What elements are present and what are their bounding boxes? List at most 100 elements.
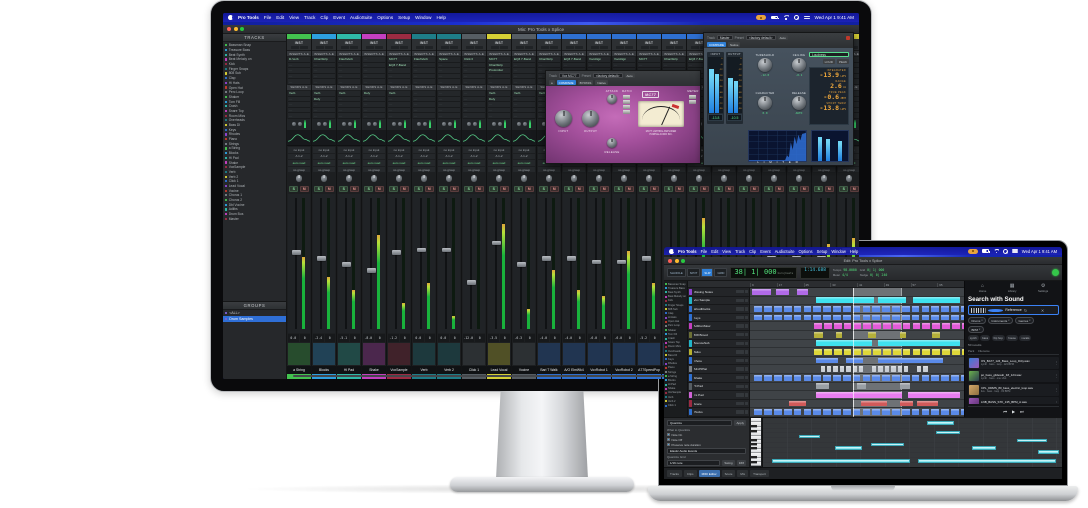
menu-item-audiosuite[interactable]: AudioSuite — [350, 15, 372, 20]
audio-clip[interactable] — [784, 315, 792, 321]
play-icon[interactable]: ▶ — [1012, 409, 1015, 414]
ratio-buttons[interactable] — [623, 95, 630, 114]
track-name-plate[interactable]: Verb 2 — [437, 366, 461, 374]
mute-button[interactable]: M — [625, 186, 634, 192]
track-lane[interactable] — [750, 383, 964, 392]
menu-item-options[interactable]: Options — [799, 249, 813, 254]
track-lane[interactable] — [750, 400, 964, 409]
knob-control[interactable] — [758, 96, 772, 110]
tag-chip[interactable]: hip hop — [992, 335, 1005, 341]
solo-button[interactable]: S — [539, 186, 548, 192]
audio-clip[interactable] — [794, 375, 802, 381]
piano-black-key[interactable] — [751, 443, 757, 446]
next-icon[interactable]: ⏭ — [1020, 409, 1024, 414]
audio-clip[interactable] — [774, 375, 782, 381]
apple-menu-icon[interactable] — [228, 15, 233, 20]
audio-clip[interactable] — [814, 332, 823, 338]
sidebar-track-item[interactable]: Click 1 — [665, 403, 686, 407]
eq-curve-display[interactable] — [412, 131, 436, 146]
tag-chip[interactable]: bass — [980, 335, 990, 341]
audio-clip[interactable] — [932, 349, 940, 355]
audio-clip[interactable] — [752, 289, 771, 295]
preset-selector[interactable]: <factory default> — [746, 35, 776, 40]
audio-clip[interactable] — [764, 306, 772, 312]
elastic-audio-selector[interactable]: Elastic Audio Events — [667, 448, 746, 454]
audio-clip[interactable] — [823, 306, 831, 312]
track-name-plate[interactable]: Hi Pad — [337, 366, 361, 374]
eq-curve-display[interactable] — [387, 131, 411, 146]
audio-clip[interactable] — [843, 375, 851, 381]
comments-box[interactable] — [463, 343, 485, 365]
pan-knob[interactable] — [846, 175, 853, 182]
audio-clip[interactable] — [833, 409, 841, 415]
audio-clip[interactable] — [853, 366, 857, 372]
knob-control[interactable] — [792, 58, 806, 72]
record-enable-button[interactable] — [736, 367, 739, 370]
fader-handle[interactable] — [592, 260, 601, 265]
audio-clip[interactable] — [900, 401, 913, 407]
audio-clip[interactable] — [872, 375, 880, 381]
audio-clip[interactable] — [878, 297, 906, 303]
audio-clip[interactable] — [951, 375, 959, 381]
solo-button[interactable]: S — [789, 186, 798, 192]
track-lane[interactable] — [750, 305, 964, 314]
spotlight-icon[interactable] — [1003, 249, 1008, 254]
status-chip-midi-editor[interactable]: MIDI Editor — [699, 470, 720, 477]
audio-clip[interactable] — [836, 332, 842, 338]
solo-button[interactable]: S — [414, 186, 423, 192]
audio-clip[interactable] — [794, 306, 802, 312]
send-knob[interactable] — [442, 122, 446, 126]
status-chip-transport[interactable]: Transport — [750, 470, 769, 477]
pan-knob[interactable] — [821, 175, 828, 182]
splice-nav-home[interactable]: ⌂Home — [979, 284, 986, 294]
eq-curve-display[interactable] — [362, 131, 386, 146]
fader-handle[interactable] — [567, 256, 576, 261]
menu-item-view[interactable]: View — [289, 15, 299, 20]
mute-button[interactable]: M — [850, 186, 859, 192]
audio-clip[interactable] — [833, 306, 841, 312]
audio-clip[interactable] — [931, 306, 939, 312]
input-knob[interactable] — [555, 110, 572, 127]
target-button[interactable] — [846, 36, 850, 40]
output-path-selector[interactable]: A 1-2 — [363, 154, 385, 160]
audio-clip[interactable] — [863, 315, 871, 321]
audio-clip[interactable] — [824, 323, 832, 329]
output-path-selector[interactable]: A 1-2 — [513, 154, 535, 160]
arrangement-lanes[interactable] — [750, 288, 964, 417]
audio-clip[interactable] — [962, 349, 964, 355]
track-header[interactable]: 808 Brood — [688, 331, 749, 340]
mute-button[interactable]: M — [475, 186, 484, 192]
audio-clip[interactable] — [923, 366, 927, 372]
mute-button[interactable] — [745, 410, 748, 413]
audio-clip[interactable] — [843, 306, 851, 312]
group-list-item[interactable]: Drum Samples — [223, 316, 286, 322]
piano-black-key[interactable] — [751, 439, 757, 442]
comments-box[interactable] — [413, 343, 435, 365]
track-lane[interactable] — [750, 297, 964, 306]
output-path-selector[interactable]: A 1-2 — [413, 154, 435, 160]
audio-clip[interactable] — [834, 349, 842, 355]
send-knob[interactable] — [423, 122, 427, 126]
inst-chip[interactable] — [625, 46, 633, 49]
send-knob[interactable] — [298, 122, 302, 126]
pan-knob[interactable] — [621, 175, 628, 182]
audio-clip[interactable] — [922, 323, 930, 329]
menu-item-clip[interactable]: Clip — [320, 15, 328, 20]
wifi-icon[interactable] — [993, 249, 999, 254]
send-knob[interactable] — [523, 122, 527, 126]
output-path-selector[interactable]: A 1-2 — [338, 154, 360, 160]
inst-chip[interactable] — [591, 46, 599, 49]
piano-black-key[interactable] — [751, 447, 757, 450]
send-knob[interactable] — [342, 122, 346, 126]
audio-clip[interactable] — [784, 375, 792, 381]
audio-clip[interactable] — [861, 401, 887, 407]
pan-knob[interactable] — [496, 175, 503, 182]
audio-clip[interactable] — [843, 409, 851, 415]
track-lane[interactable] — [750, 322, 964, 331]
output-path-selector[interactable]: A 1-2 — [488, 154, 510, 160]
midi-note[interactable] — [972, 446, 996, 450]
solo-button[interactable]: S — [489, 186, 498, 192]
audio-clip[interactable] — [833, 366, 837, 372]
comments-box[interactable] — [563, 343, 585, 365]
audio-clip[interactable] — [774, 315, 782, 321]
